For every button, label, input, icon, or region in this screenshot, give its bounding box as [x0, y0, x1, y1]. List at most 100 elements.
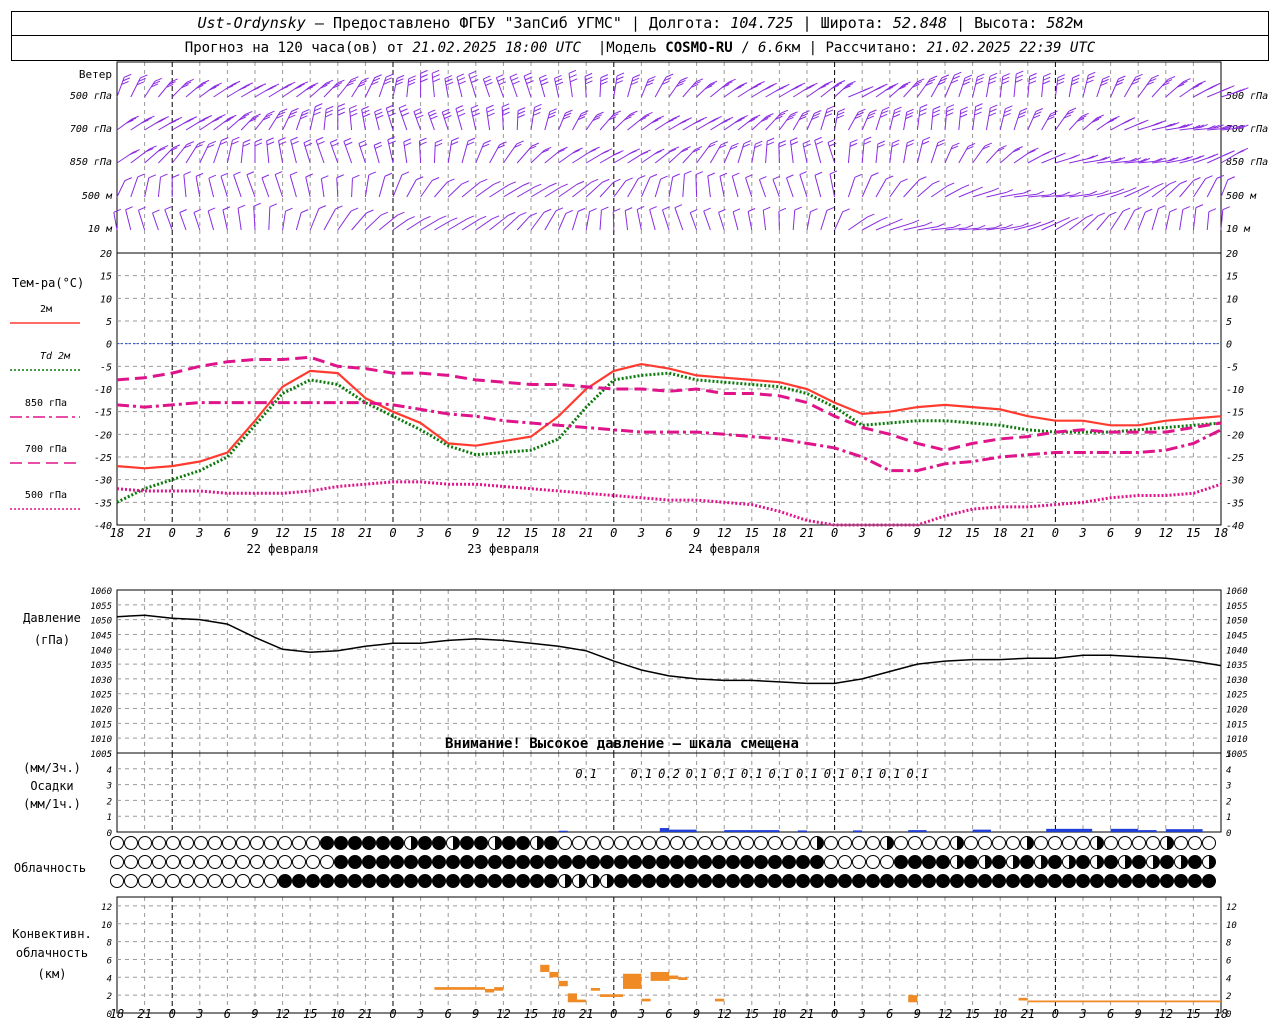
wind-barb-feather — [766, 141, 775, 146]
cloud-circle — [1188, 836, 1202, 850]
hour-tick-label-bottom: 0 — [1052, 1007, 1059, 1021]
wind-barb-feather — [814, 110, 822, 114]
wind-barb-feather — [430, 115, 438, 120]
wind-barb-staff — [917, 183, 933, 198]
hour-tick-label: 21 — [1021, 526, 1035, 540]
wind-barb-staff — [806, 211, 811, 231]
wind-barb-feather — [1223, 151, 1232, 156]
cloud-circle — [908, 874, 922, 888]
cloud-circle — [628, 874, 642, 888]
wind-barb-feather — [917, 78, 925, 83]
wind-barb-feather — [485, 81, 493, 86]
cloud-symbol — [306, 836, 320, 850]
cloud-circle — [740, 836, 754, 850]
hour-tick-label: 21 — [137, 526, 151, 540]
cloud-symbol — [404, 836, 418, 850]
wind-barb-staff — [829, 173, 836, 198]
wind-barb-staff — [222, 209, 228, 231]
wind-barb-staff — [336, 177, 339, 198]
cloud-symbol — [684, 855, 698, 869]
wind-barb-feather — [953, 223, 961, 228]
cloud-circle — [1104, 836, 1118, 850]
wind-barb-feather — [918, 112, 927, 117]
wind-barb-feather — [445, 81, 454, 86]
cloud-circle — [670, 874, 684, 888]
cloud-partial — [607, 874, 614, 888]
wind-barb-feather — [349, 108, 358, 113]
wind-barb — [861, 136, 872, 164]
wind-barb-feather — [428, 109, 436, 114]
cloud-circle — [628, 836, 642, 850]
hour-tick-label: 0 — [610, 526, 617, 540]
wind-barb — [116, 115, 139, 131]
wind-barb-feather — [183, 171, 192, 176]
wind-barb-feather — [964, 74, 973, 79]
cloud-partial — [957, 855, 964, 869]
prec-bar — [908, 830, 927, 832]
hour-tick-label-bottom: 21 — [1021, 1007, 1035, 1021]
conv-ytick-label: 2 — [107, 992, 112, 1002]
cloud-symbol — [642, 836, 656, 850]
wind-barb-feather — [429, 112, 437, 117]
wind-barb-feather — [1129, 187, 1137, 191]
wind-barb — [1055, 217, 1079, 231]
cloud-symbol — [194, 855, 208, 869]
wind-barb-staff — [847, 177, 856, 198]
cloud-symbol — [474, 836, 488, 850]
wind-barb — [986, 223, 1013, 231]
wind-barb — [213, 80, 241, 98]
cloud-symbol — [208, 855, 222, 869]
wind-barb-staff — [516, 215, 531, 231]
cloud-circle — [278, 855, 292, 869]
cloud-circle — [1118, 836, 1132, 850]
wind-barb-feather — [152, 209, 160, 214]
cloud-symbol — [572, 836, 586, 850]
cloud-symbol — [852, 855, 866, 869]
wind-barb-staff — [207, 210, 215, 231]
wind-barb-staff — [137, 210, 146, 231]
wind-barb — [718, 208, 726, 231]
wind-barb — [468, 70, 479, 98]
wind-barb-feather — [318, 205, 327, 210]
hour-tick-label-bottom: 6 — [1107, 1007, 1114, 1021]
conv-ytick-label-right: 8 — [1226, 939, 1231, 949]
cloud-circle — [404, 855, 418, 869]
cloud-circle — [138, 855, 152, 869]
wind-barb-feather — [977, 73, 985, 78]
cloud-circle — [1146, 836, 1160, 850]
wind-barb — [254, 83, 280, 98]
wind-barb-feather — [478, 215, 487, 220]
wind-level-label: 10 м — [88, 224, 113, 235]
hour-tick-label: 0 — [831, 526, 838, 540]
cloud-symbol — [1146, 855, 1160, 869]
conv-bar — [715, 998, 725, 1002]
wind-barb-staff — [320, 178, 325, 198]
wind-barb-feather — [413, 108, 422, 113]
cloud-symbol — [236, 855, 250, 869]
wind-barb — [290, 136, 299, 164]
cloud-circle — [264, 855, 278, 869]
wind-barb — [116, 73, 132, 98]
cloud-symbol — [838, 836, 852, 850]
wind-barb — [373, 141, 383, 164]
cloud-circle — [852, 874, 866, 888]
wind-barb-feather — [137, 173, 145, 178]
cloud-circle — [362, 836, 376, 850]
cloud-symbol — [166, 874, 180, 888]
wind-barb-staff — [1041, 76, 1045, 98]
hour-tick-label-bottom: 18 — [993, 1007, 1007, 1021]
wind-barb-feather — [468, 70, 476, 75]
cloud-symbol — [866, 874, 880, 888]
cloud-symbol — [740, 874, 754, 888]
hour-tick-label: 12 — [1159, 526, 1173, 540]
prec-bar — [797, 830, 807, 832]
cloud-symbol — [992, 855, 1006, 869]
wind-barb-feather — [826, 206, 835, 211]
cloud-circle — [586, 855, 600, 869]
cloud-circle — [1132, 874, 1146, 888]
cloud-circle — [236, 836, 250, 850]
wind-barb-feather — [222, 206, 231, 211]
cloud-symbol — [516, 836, 530, 850]
wind-barb-feather — [522, 182, 530, 187]
wind-barb-feather — [1069, 155, 1077, 159]
